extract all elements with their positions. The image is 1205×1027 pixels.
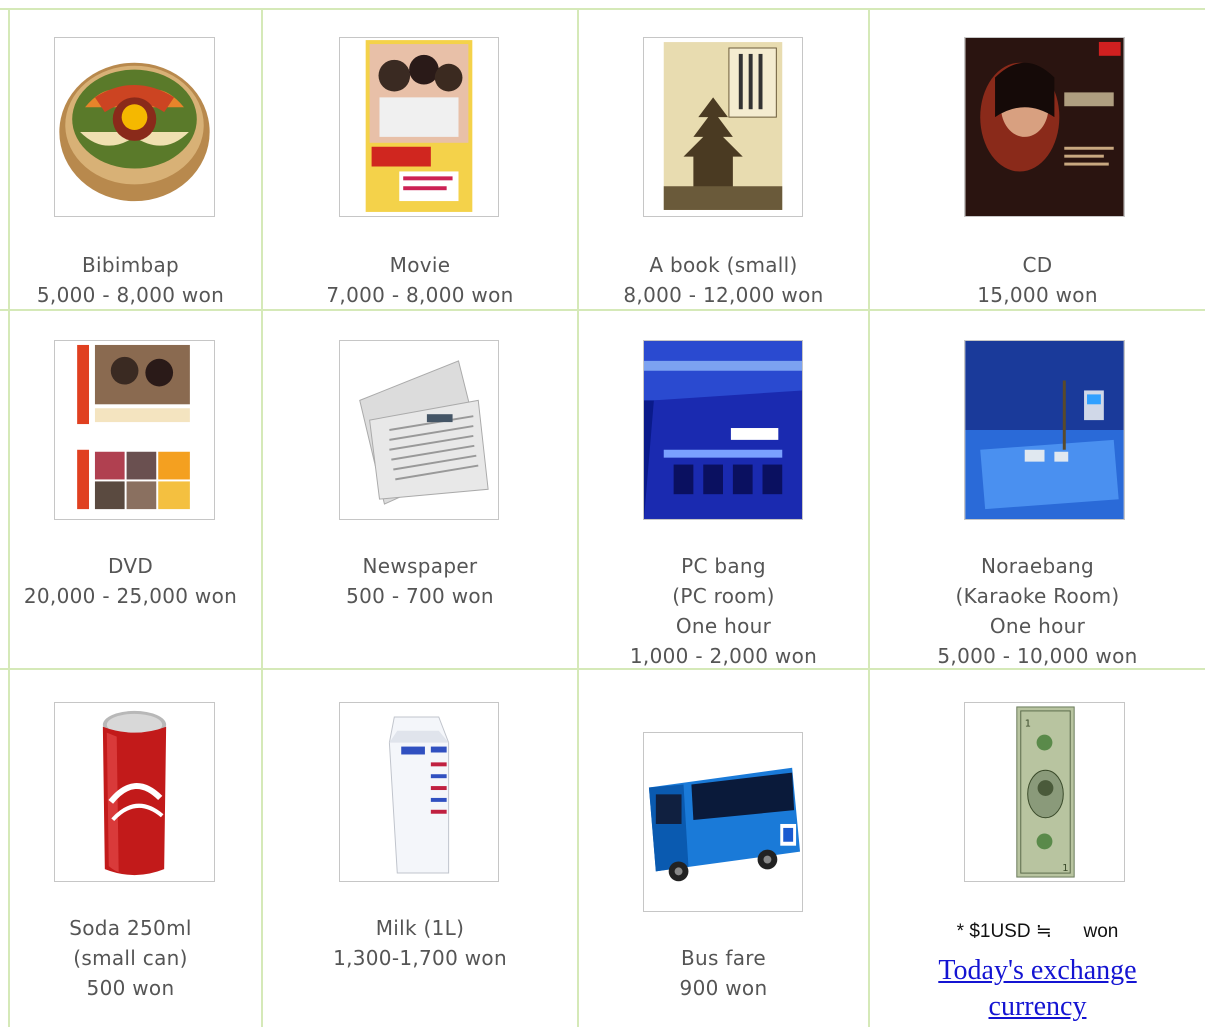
item-name: Soda 250ml xyxy=(69,916,192,940)
item-caption: Movie 7,000 - 8,000 won xyxy=(263,250,577,310)
exchange-rate-text: * $1USD ≒ won xyxy=(956,921,1119,942)
item-caption: Bus fare 900 won xyxy=(579,943,868,1003)
item-price: 7,000 - 8,000 won xyxy=(326,283,514,307)
item-price: 15,000 won xyxy=(977,283,1098,307)
item-cell-dvd: DVD 20,000 - 25,000 won xyxy=(0,311,261,668)
item-cell-cd: CD 15,000 won xyxy=(870,10,1205,309)
item-name: Milk (1L) xyxy=(375,916,465,940)
item-price: 8,000 - 12,000 won xyxy=(623,283,824,307)
item-caption: A book (small) 8,000 - 12,000 won xyxy=(579,250,868,310)
item-cell-book: A book (small) 8,000 - 12,000 won xyxy=(579,10,868,309)
item-duration: One hour xyxy=(675,614,772,638)
item-price: 1,300-1,700 won xyxy=(333,946,507,970)
item-cell-exchange: 1 1 * $1USD ≒ won Today's exchange curre… xyxy=(870,670,1205,1027)
item-caption: Noraebang (Karaoke Room) One hour 5,000 … xyxy=(870,551,1205,671)
item-price: 1,000 - 2,000 won xyxy=(629,644,818,668)
soda-can-image xyxy=(54,702,215,882)
item-price: 5,000 - 8,000 won xyxy=(36,283,225,307)
item-price: 20,000 - 25,000 won xyxy=(23,584,238,608)
noraebang-image xyxy=(964,340,1125,520)
item-detail: (Karaoke Room) xyxy=(955,584,1120,608)
item-caption: Soda 250ml (small can) 500 won xyxy=(0,913,261,1003)
item-name: DVD xyxy=(107,554,154,578)
svg-text:1: 1 xyxy=(1025,719,1031,730)
pc-bang-image xyxy=(643,340,803,520)
item-cell-noraebang: Noraebang (Karaoke Room) One hour 5,000 … xyxy=(870,311,1205,668)
item-name: CD xyxy=(1022,253,1053,277)
item-caption: PC bang (PC room) One hour 1,000 - 2,000… xyxy=(579,551,868,671)
item-caption: Newspaper 500 - 700 won xyxy=(263,551,577,611)
item-cell-milk: Milk (1L) 1,300-1,700 won xyxy=(263,670,577,1027)
item-name: A book (small) xyxy=(649,253,798,277)
book-image xyxy=(643,37,803,217)
newspaper-image xyxy=(339,340,499,520)
dollar-bill-image: 1 1 xyxy=(964,702,1125,882)
item-name: Noraebang xyxy=(980,554,1094,578)
item-name: Bus fare xyxy=(681,946,766,970)
item-name: Bibimbap xyxy=(81,253,180,277)
item-name: Newspaper xyxy=(362,554,478,578)
item-detail: (small can) xyxy=(73,946,188,970)
item-cell-bus: Bus fare 900 won xyxy=(579,670,868,1027)
item-detail: (PC room) xyxy=(672,584,775,608)
item-cell-soda: Soda 250ml (small can) 500 won xyxy=(0,670,261,1027)
dvd-image xyxy=(54,340,215,520)
item-name: Movie xyxy=(389,253,451,277)
item-price: 500 won xyxy=(86,976,175,1000)
item-caption: Bibimbap 5,000 - 8,000 won xyxy=(0,250,261,310)
cd-cover-image xyxy=(964,37,1125,217)
price-table: Bibimbap 5,000 - 8,000 won Movie 7,000 -… xyxy=(0,0,1205,1027)
svg-text:1: 1 xyxy=(1062,863,1068,874)
exchange-link-line-2[interactable]: currency xyxy=(870,989,1205,1025)
item-name: PC bang xyxy=(681,554,766,578)
item-price: 5,000 - 10,000 won xyxy=(937,644,1138,668)
movie-poster-image xyxy=(339,37,499,217)
bibimbap-image xyxy=(54,37,215,217)
item-cell-pc-bang: PC bang (PC room) One hour 1,000 - 2,000… xyxy=(579,311,868,668)
item-cell-newspaper: Newspaper 500 - 700 won xyxy=(263,311,577,668)
item-price: 900 won xyxy=(679,976,768,1000)
item-price: 500 - 700 won xyxy=(346,584,494,608)
item-caption: CD 15,000 won xyxy=(870,250,1205,310)
item-duration: One hour xyxy=(989,614,1086,638)
item-caption: DVD 20,000 - 25,000 won xyxy=(0,551,261,611)
item-cell-bibimbap: Bibimbap 5,000 - 8,000 won xyxy=(0,10,261,309)
item-caption: Milk (1L) 1,300-1,700 won xyxy=(263,913,577,973)
item-cell-movie: Movie 7,000 - 8,000 won xyxy=(263,10,577,309)
milk-carton-image xyxy=(339,702,499,882)
exchange-currency-link[interactable]: Today's exchange currency xyxy=(870,953,1205,1025)
bus-image xyxy=(643,732,803,912)
exchange-link-line-1[interactable]: Today's exchange xyxy=(870,953,1205,989)
